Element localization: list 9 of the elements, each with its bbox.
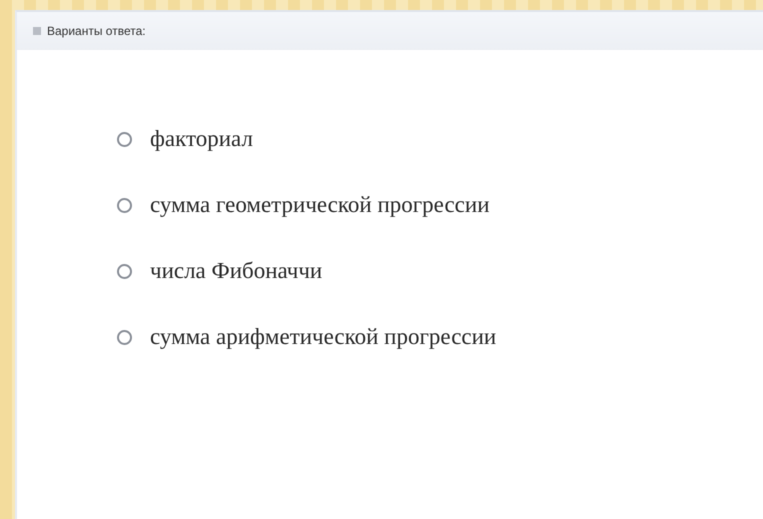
panel-title: Варианты ответа: (47, 24, 146, 38)
answer-option[interactable]: факториал (117, 126, 763, 152)
answer-option[interactable]: сумма геометрической прогрессии (117, 192, 763, 218)
answer-option[interactable]: числа Фибоначчи (117, 258, 763, 284)
radio-button[interactable] (117, 264, 132, 278)
radio-button[interactable] (117, 132, 132, 146)
answer-option[interactable]: сумма арифметической прогрессии (117, 324, 763, 350)
radio-button[interactable] (117, 330, 132, 344)
radio-button[interactable] (117, 198, 132, 212)
